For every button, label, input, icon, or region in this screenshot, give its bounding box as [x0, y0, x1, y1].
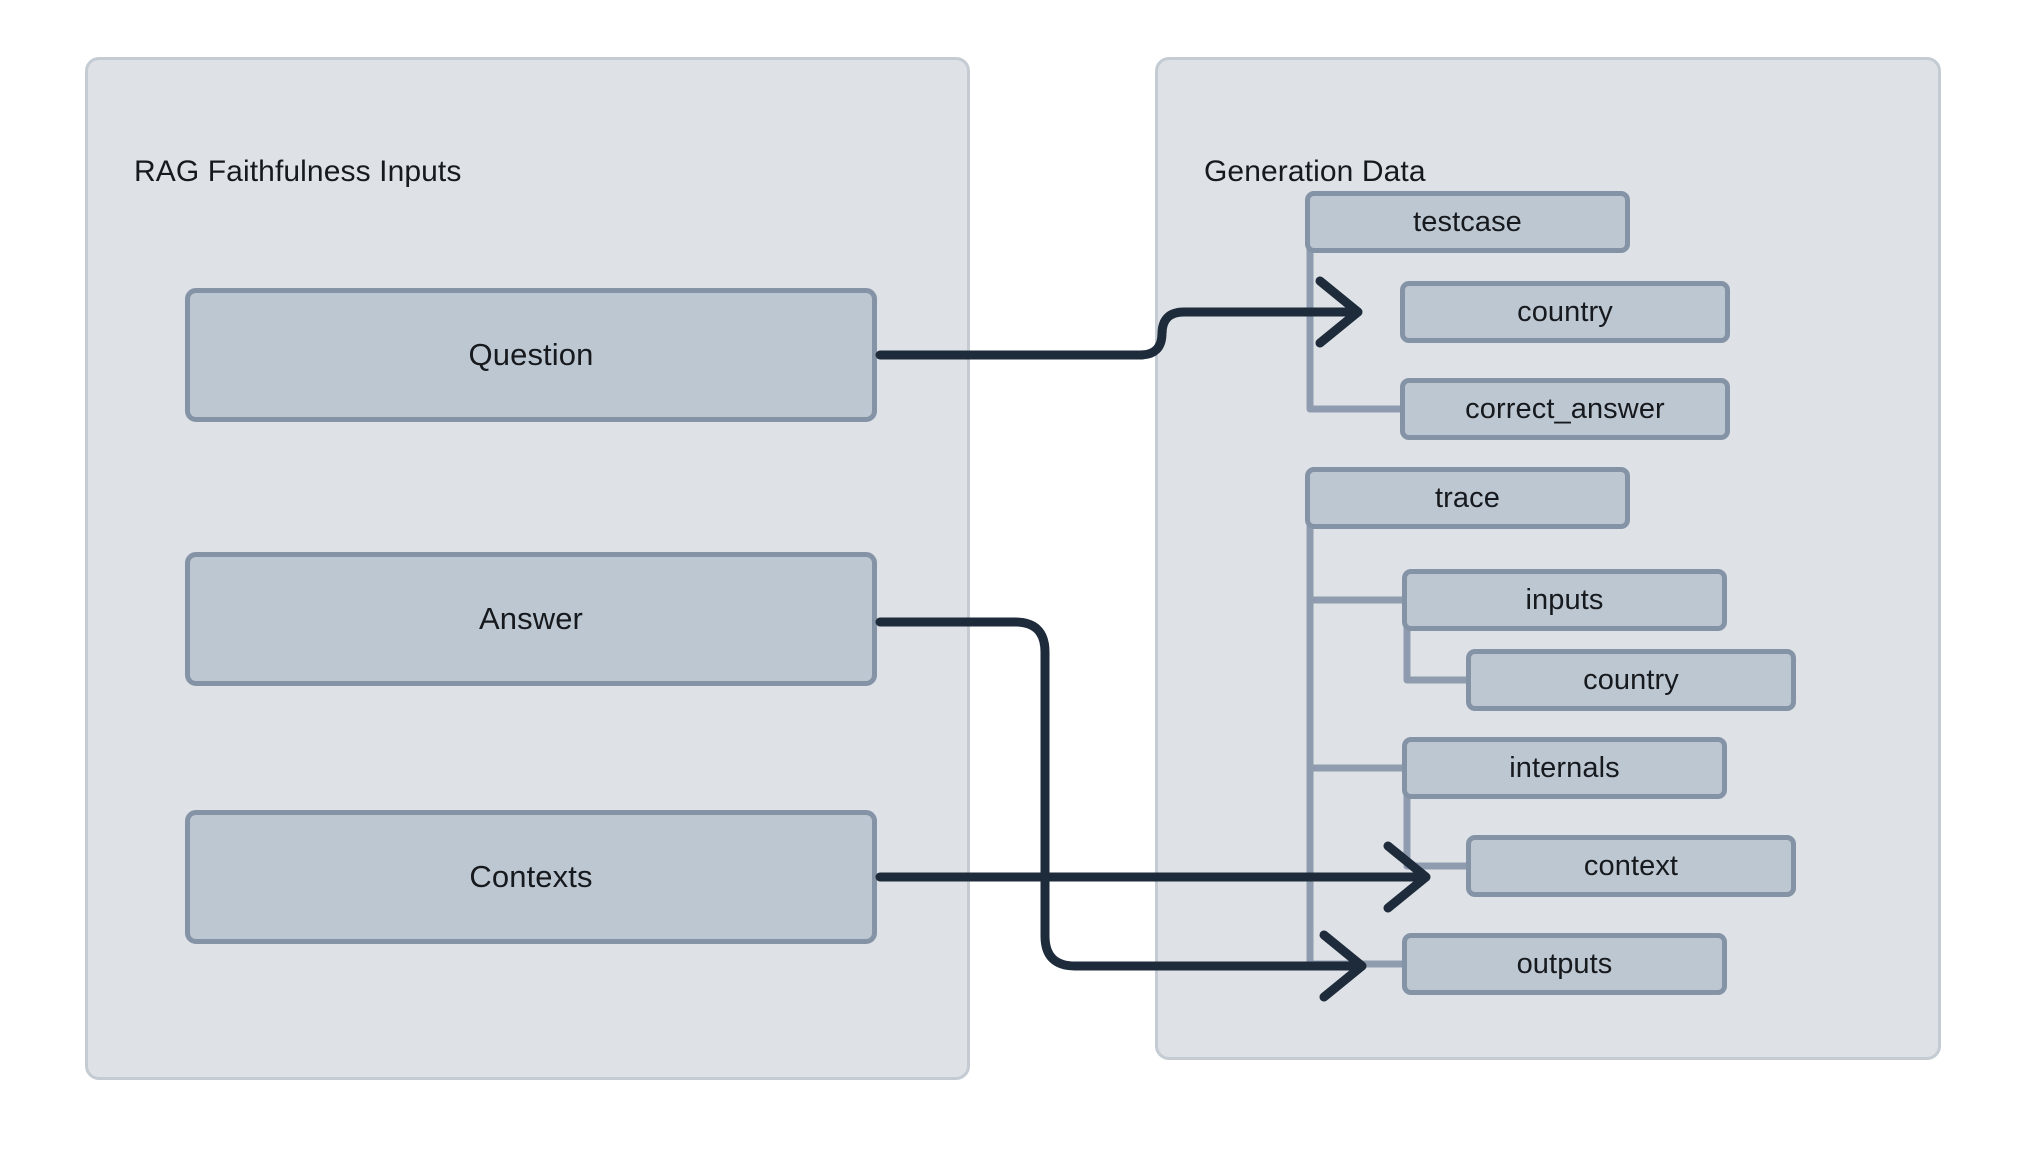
node-context[interactable]: context — [1466, 835, 1796, 897]
node-inputs[interactable]: inputs — [1402, 569, 1727, 631]
node-internals-label: internals — [1509, 751, 1620, 784]
node-context-label: context — [1583, 849, 1679, 882]
node-outputs-label: outputs — [1516, 947, 1613, 980]
node-correct-answer-label: correct_answer — [1465, 392, 1665, 425]
diagram-canvas: RAG Faithfulness Inputs Generation Data … — [0, 0, 2024, 1154]
node-inputs-label: inputs — [1525, 583, 1604, 616]
node-trace[interactable]: trace — [1305, 467, 1630, 529]
node-trace-label: trace — [1435, 481, 1500, 514]
node-contexts[interactable]: Contexts — [185, 810, 877, 944]
node-correct-answer[interactable]: correct_answer — [1400, 378, 1730, 440]
node-testcase[interactable]: testcase — [1305, 191, 1630, 253]
node-answer-label: Answer — [479, 601, 583, 636]
panel-title-rag-faithfulness-inputs: RAG Faithfulness Inputs — [134, 155, 462, 188]
node-question[interactable]: Question — [185, 288, 877, 422]
node-contexts-label: Contexts — [469, 859, 593, 894]
node-inputs-country-label: country — [1583, 663, 1679, 696]
panel-title-generation-data: Generation Data — [1204, 155, 1426, 188]
node-testcase-label: testcase — [1413, 205, 1522, 238]
node-testcase-country[interactable]: country — [1400, 281, 1730, 343]
node-testcase-country-label: country — [1517, 295, 1613, 328]
node-answer[interactable]: Answer — [185, 552, 877, 686]
node-question-label: Question — [468, 337, 594, 372]
node-inputs-country[interactable]: country — [1466, 649, 1796, 711]
node-outputs[interactable]: outputs — [1402, 933, 1727, 995]
node-internals[interactable]: internals — [1402, 737, 1727, 799]
